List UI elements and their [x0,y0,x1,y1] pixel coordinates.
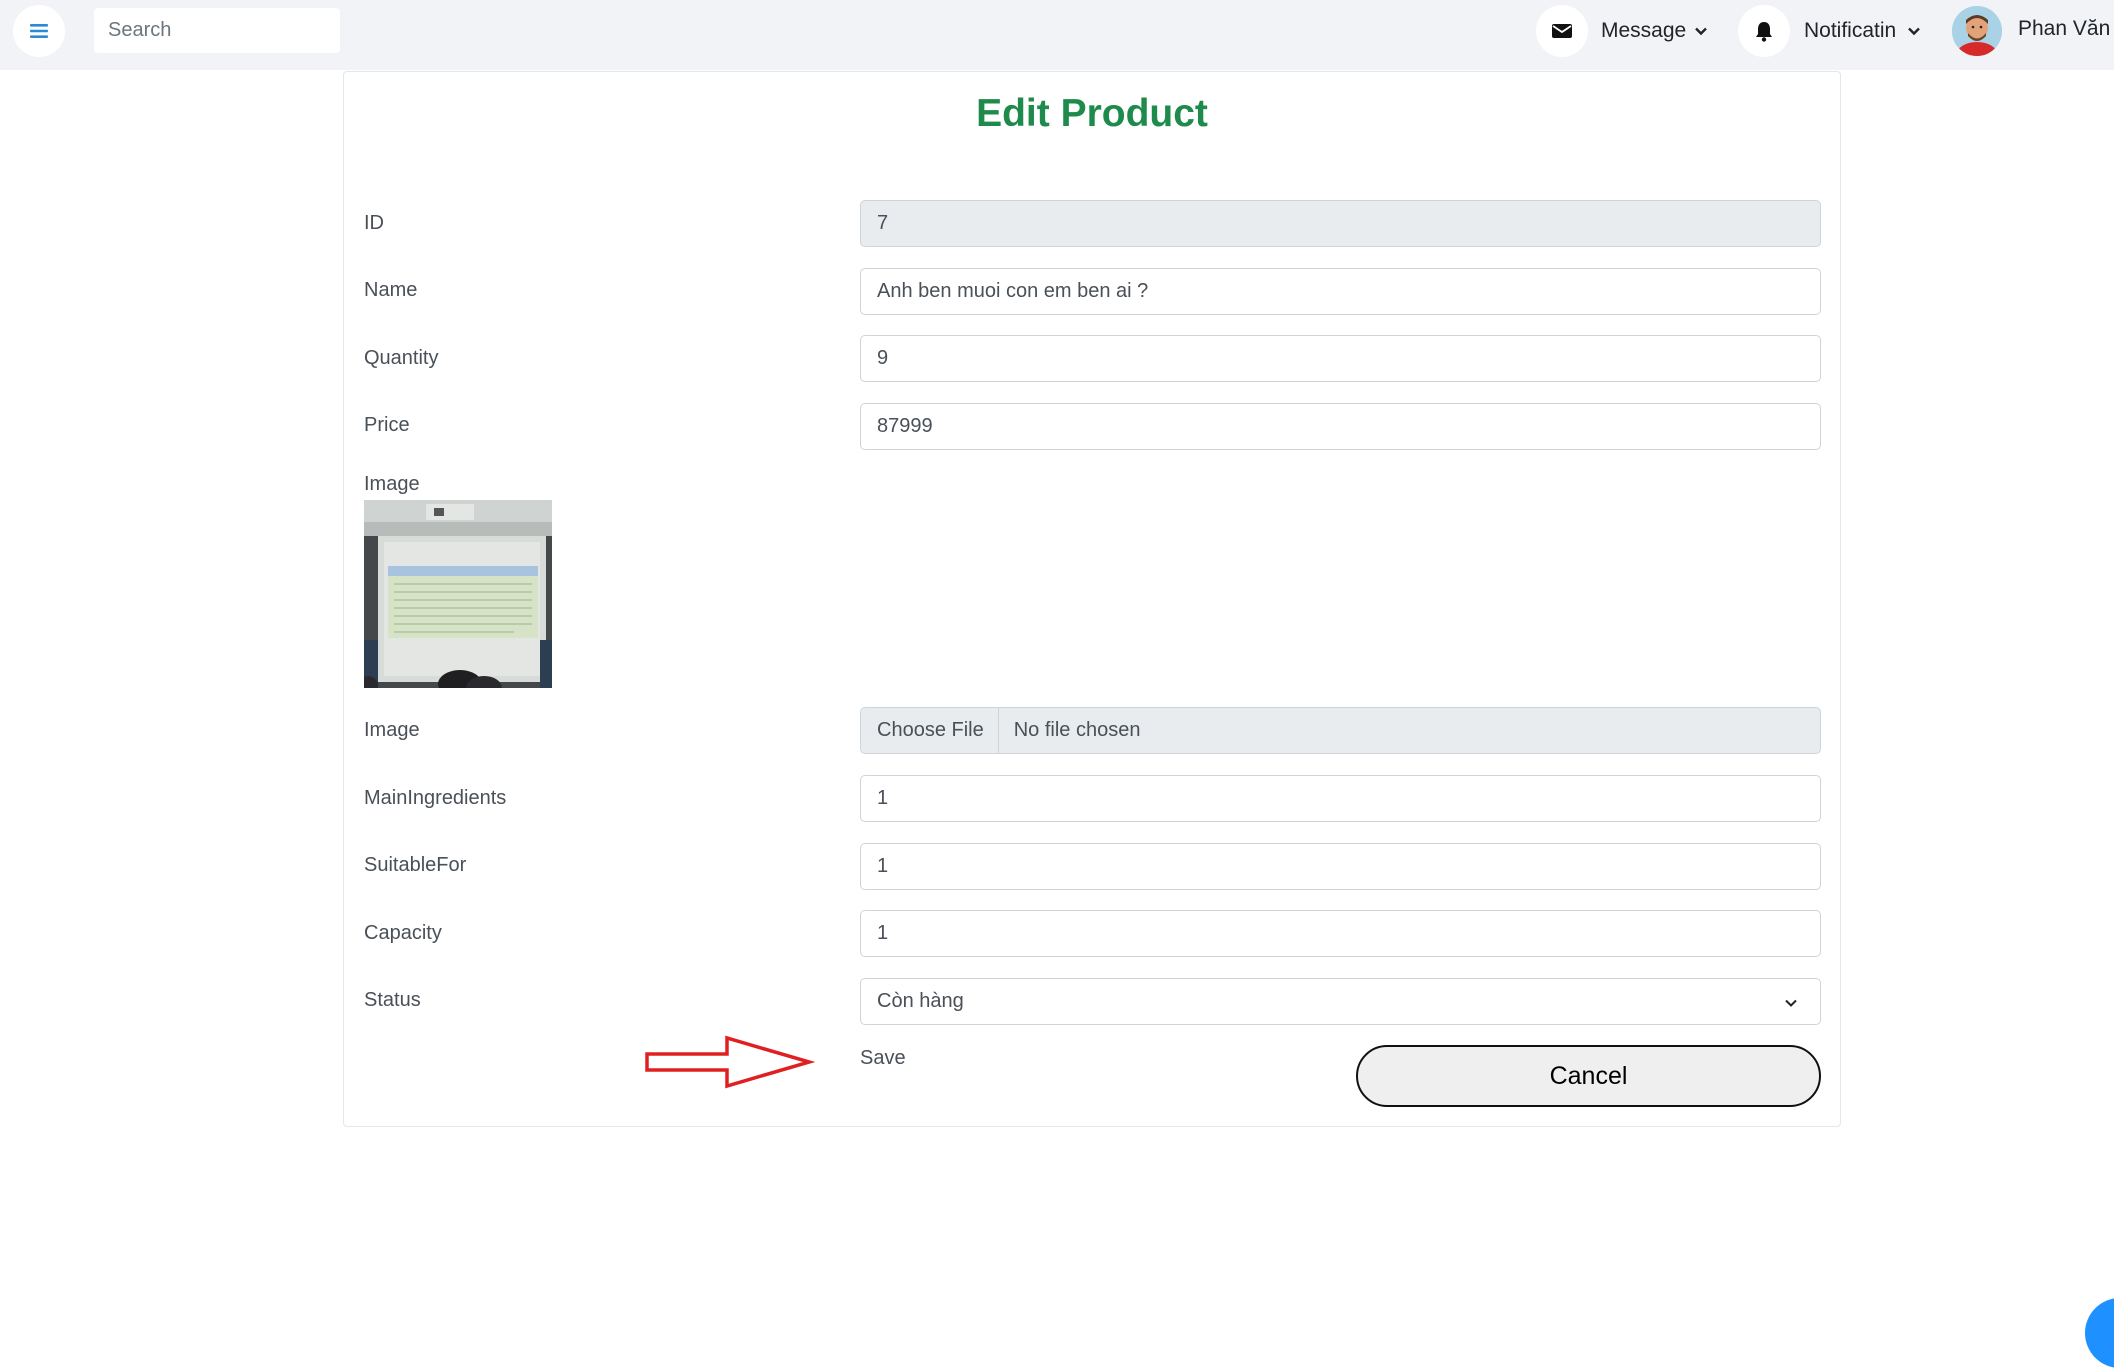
choose-file-button[interactable]: Choose File [861,708,999,753]
search-input[interactable]: Search [94,8,340,53]
main-ingredients-field[interactable]: 1 [860,775,1821,822]
name-field[interactable]: Anh ben muoi con em ben ai ? [860,268,1821,315]
image-upload-label: Image [364,719,420,741]
file-status-text: No file chosen [1013,719,1141,741]
quantity-value: 9 [877,347,889,369]
status-value: Còn hàng [877,990,964,1012]
notification-button[interactable] [1738,5,1790,57]
message-button[interactable] [1536,5,1588,57]
chevron-down-icon[interactable] [1694,24,1708,38]
menu-icon [30,24,48,38]
name-value: Anh ben muoi con em ben ai ? [877,280,1149,302]
save-button[interactable]: Save [860,1046,906,1070]
red-arrow-annotation [645,1035,815,1089]
user-name[interactable]: Phan Văn T [2018,0,2114,58]
image-preview-label: Image [364,473,420,495]
avatar[interactable] [1952,6,2002,56]
quantity-label: Quantity [364,347,439,369]
user-avatar-image [1952,6,2002,56]
suitable-for-field[interactable]: 1 [860,843,1821,890]
envelope-icon [1552,24,1572,38]
status-label: Status [364,989,421,1011]
product-image-preview [364,500,552,688]
notification-label[interactable]: Notificatin [1804,0,1896,62]
capacity-field[interactable]: 1 [860,910,1821,957]
search-placeholder: Search [108,19,172,41]
capacity-label: Capacity [364,922,442,944]
cancel-button[interactable]: Cancel [1356,1045,1821,1107]
id-value: 7 [877,212,889,234]
id-label: ID [364,212,384,234]
price-value: 87999 [877,415,933,437]
price-label: Price [364,414,410,436]
message-label[interactable]: Message [1601,0,1686,62]
bell-icon [1756,22,1772,42]
product-photo [364,500,552,688]
menu-toggle-button[interactable] [13,5,65,57]
price-field[interactable]: 87999 [860,403,1821,450]
chevron-down-icon[interactable] [1907,24,1921,38]
image-file-input[interactable]: Choose File No file chosen [860,707,1821,754]
page-title: Edit Product [976,92,1208,135]
top-navbar: Search Message Notificatin Phan Văn T [0,0,2114,70]
status-select[interactable]: Còn hàng [860,978,1821,1025]
id-field: 7 [860,200,1821,247]
name-label: Name [364,279,418,301]
suitable-for-value: 1 [877,855,889,877]
chevron-down-icon [1785,999,1797,1007]
main-ingredients-value: 1 [877,787,889,809]
suitable-for-label: SuitableFor [364,854,467,876]
capacity-value: 1 [877,922,889,944]
quantity-field[interactable]: 9 [860,335,1821,382]
floating-action-button[interactable] [2085,1298,2114,1368]
main-ingredients-label: MainIngredients [364,787,507,809]
